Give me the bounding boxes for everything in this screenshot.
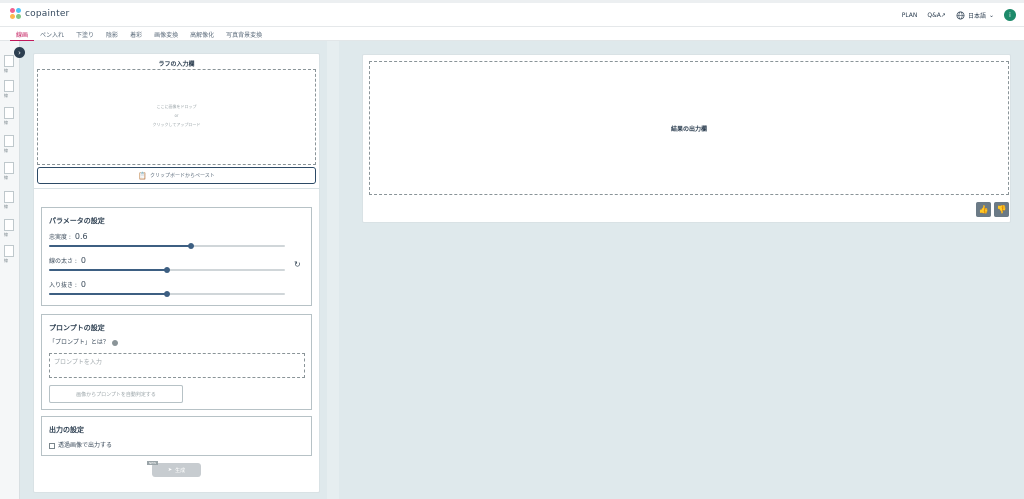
- reset-icon[interactable]: ↻: [294, 260, 301, 269]
- stroke-taper-value: 0: [80, 280, 86, 289]
- divider: [33, 188, 320, 189]
- logo-mark-icon: [10, 8, 22, 20]
- auto-prompt-button[interactable]: 画像からプロンプトを自動判定する: [49, 385, 183, 403]
- thumbs-up-icon: 👍: [978, 205, 989, 214]
- history-item[interactable]: 線: [4, 135, 16, 157]
- history-item[interactable]: 線: [4, 191, 16, 213]
- logo[interactable]: copainter: [10, 8, 69, 20]
- tab-pen[interactable]: ペン入れ: [34, 27, 70, 41]
- send-icon: ➤: [167, 467, 173, 473]
- sidebar-toggle-button[interactable]: ›: [14, 47, 25, 58]
- line-width-slider[interactable]: [49, 267, 285, 273]
- stroke-taper-slider[interactable]: [49, 291, 285, 297]
- prompt-help-link[interactable]: 「プロンプト」とは？: [49, 337, 118, 346]
- line-width-value: 0: [80, 256, 86, 265]
- paste-clipboard-button[interactable]: 📋 クリップボードからペースト: [37, 167, 316, 184]
- avatar[interactable]: i: [1004, 9, 1016, 21]
- chevron-down-icon: ⌄: [988, 11, 994, 19]
- qa-label: Q&A: [927, 11, 941, 19]
- thumbs-down-icon: 👎: [996, 205, 1007, 214]
- drop-upload-text: クリックしてアップロード: [152, 122, 201, 127]
- history-item[interactable]: 線: [4, 80, 16, 102]
- result-title: 結果の出力欄: [670, 125, 707, 133]
- prompt-title: プロンプトの設定: [49, 324, 105, 332]
- line-width-label: 線の太さ : 0: [49, 256, 86, 265]
- history-sidebar: 線 線 線 線 線 線 線 線: [0, 41, 20, 499]
- tab-coloring[interactable]: 着彩: [124, 27, 148, 41]
- history-item[interactable]: 線: [4, 107, 16, 129]
- tab-photo-bg[interactable]: 写真背景変換: [220, 27, 268, 41]
- prompt-card: プロンプトの設定 「プロンプト」とは？ プロンプトを入力 画像からプロンプトを自…: [41, 314, 312, 410]
- image-drop-zone[interactable]: ここに画像をドロップ or クリックしてアップロード: [37, 69, 316, 165]
- generate-label: 生成: [175, 467, 186, 474]
- thumbs-up-button[interactable]: 👍: [976, 202, 991, 217]
- chevron-right-icon: ›: [18, 48, 21, 57]
- transparent-checkbox[interactable]: 透過画像で出力する: [49, 440, 112, 449]
- checkbox-icon: [49, 442, 55, 449]
- tab-upscale[interactable]: 高解像化: [184, 27, 220, 41]
- result-output-area: 結果の出力欄: [369, 61, 1009, 195]
- parameter-title: パラメータの設定: [49, 217, 105, 225]
- paste-label: クリップボードからペースト: [149, 173, 215, 179]
- panel-gutter: [327, 41, 339, 499]
- prompt-input[interactable]: プロンプトを入力: [49, 353, 305, 378]
- output-settings-title: 出力の設定: [49, 426, 84, 434]
- new-badge: NEW: [147, 461, 159, 465]
- output-settings-card: 出力の設定 透過画像で出力する: [41, 416, 312, 456]
- drop-text: ここに画像をドロップ: [156, 104, 197, 109]
- feature-tabs: 線画 ペン入れ 下塗り 陰影 着彩 画像変換 高解像化 写真背景変換: [0, 27, 1024, 41]
- top-bar: copainter PLAN Q&A↗ 日本語 ⌄ i: [0, 0, 1024, 27]
- stroke-taper-label: 入り抜き : 0: [49, 280, 86, 289]
- language-select[interactable]: 日本語 ⌄: [956, 11, 994, 20]
- qa-link[interactable]: Q&A↗: [927, 12, 946, 19]
- generate-button[interactable]: ➤ 生成: [152, 463, 201, 477]
- drop-or: or: [174, 113, 179, 118]
- tab-shading[interactable]: 陰影: [100, 27, 124, 41]
- history-item[interactable]: 線: [4, 245, 16, 267]
- fidelity-label: 忠実度 : 0.6: [49, 232, 88, 241]
- parameter-card: パラメータの設定 忠実度 : 0.6 線の太さ : 0 入り抜き : 0 ↻: [41, 207, 312, 306]
- info-icon: [111, 339, 118, 346]
- history-item[interactable]: 線: [4, 162, 16, 184]
- history-item[interactable]: 線: [4, 55, 16, 77]
- tab-image-convert[interactable]: 画像変換: [148, 27, 184, 41]
- logo-text: copainter: [25, 9, 70, 19]
- tab-base-color[interactable]: 下塗り: [70, 27, 100, 41]
- input-title: ラフの入力欄: [158, 61, 195, 68]
- external-link-icon: ↗: [940, 11, 946, 19]
- thumbs-down-button[interactable]: 👎: [994, 202, 1009, 217]
- fidelity-slider[interactable]: [49, 243, 285, 249]
- globe-icon: [956, 11, 965, 19]
- history-item[interactable]: 線: [4, 219, 16, 241]
- language-label: 日本語: [967, 12, 986, 20]
- clipboard-icon: 📋: [138, 171, 147, 180]
- fidelity-value: 0.6: [74, 232, 88, 241]
- plan-link[interactable]: PLAN: [902, 12, 918, 19]
- tab-lineart[interactable]: 線画: [10, 27, 35, 41]
